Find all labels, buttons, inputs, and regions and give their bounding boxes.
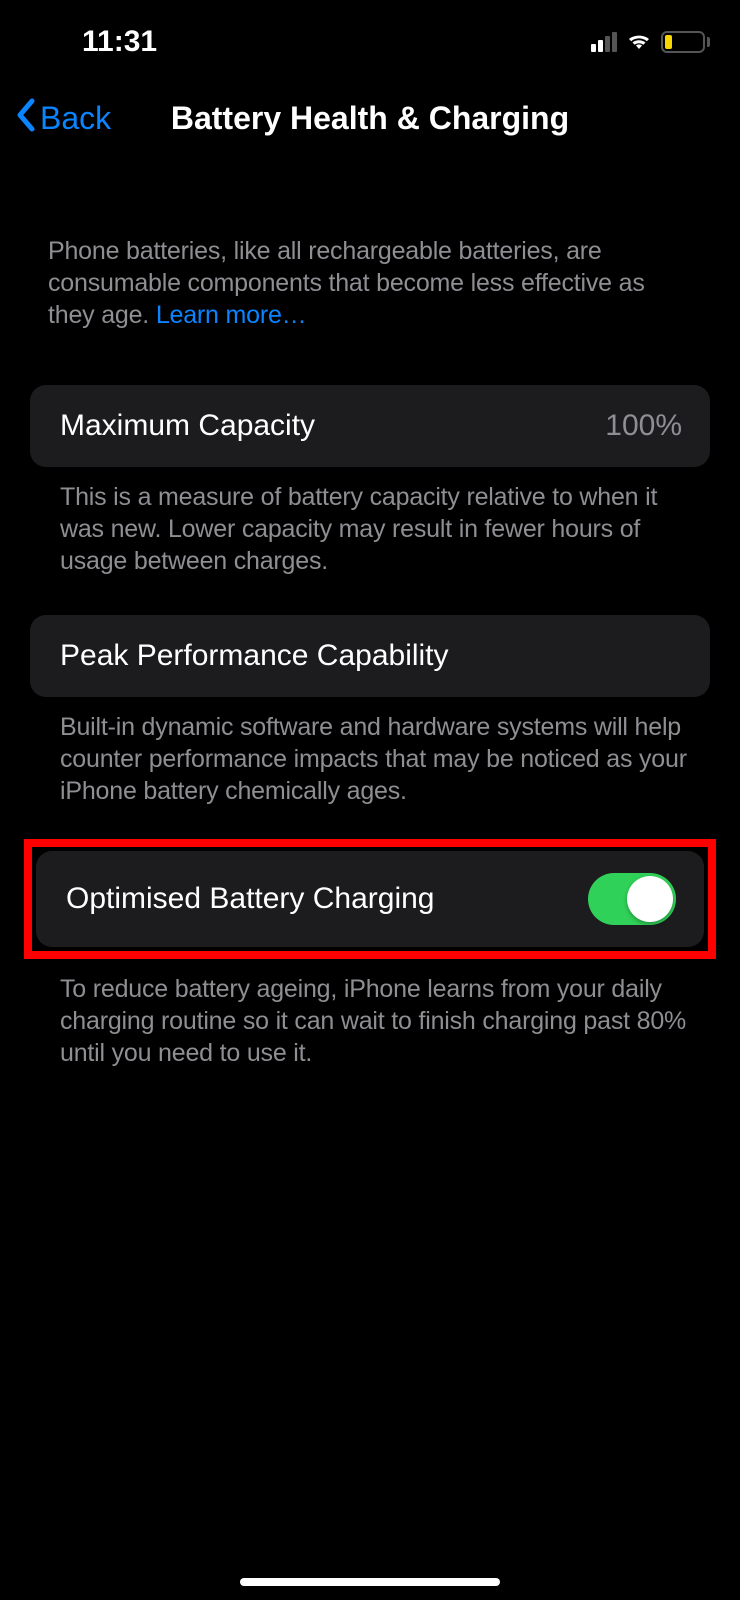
back-label: Back [40, 100, 111, 137]
maximum-capacity-footer: This is a measure of battery capacity re… [0, 467, 740, 577]
intro-body: Phone batteries, like all rechargeable b… [48, 237, 645, 329]
optimised-battery-charging-label: Optimised Battery Charging [66, 882, 435, 916]
status-indicators [591, 31, 710, 53]
highlight-annotation: Optimised Battery Charging [24, 839, 716, 959]
optimised-battery-charging-toggle[interactable] [588, 873, 676, 925]
maximum-capacity-row[interactable]: Maximum Capacity 100% [30, 385, 710, 467]
maximum-capacity-value: 100% [605, 409, 682, 443]
navigation-bar: Back Battery Health & Charging [0, 72, 740, 155]
page-title: Battery Health & Charging [18, 100, 722, 137]
status-bar: 11:31 [0, 0, 740, 72]
battery-icon [661, 31, 710, 53]
intro-text: Phone batteries, like all rechargeable b… [0, 155, 740, 347]
maximum-capacity-label: Maximum Capacity [60, 409, 315, 443]
optimised-battery-charging-row[interactable]: Optimised Battery Charging [36, 851, 704, 947]
learn-more-link[interactable]: Learn more… [156, 301, 307, 329]
peak-performance-footer: Built-in dynamic software and hardware s… [0, 697, 740, 807]
back-button[interactable]: Back [14, 97, 111, 141]
peak-performance-label: Peak Performance Capability [60, 639, 449, 673]
toggle-knob [627, 876, 673, 922]
home-indicator[interactable] [240, 1578, 500, 1586]
wifi-icon [625, 31, 653, 53]
optimised-battery-charging-footer: To reduce battery ageing, iPhone learns … [0, 959, 740, 1069]
chevron-left-icon [14, 97, 38, 141]
peak-performance-row[interactable]: Peak Performance Capability [30, 615, 710, 697]
status-time: 11:31 [82, 25, 157, 59]
cellular-signal-icon [591, 32, 617, 52]
